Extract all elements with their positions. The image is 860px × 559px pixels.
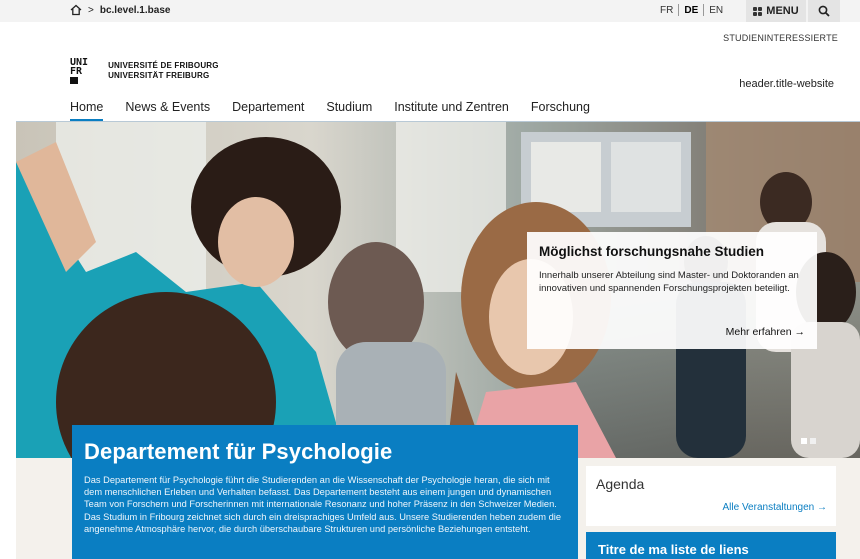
slider-dots [801,438,816,444]
university-logo[interactable]: UNI FR UNIVERSITÉ DE FRIBOURG UNIVERSITÄ… [70,58,219,84]
agenda-title: Agenda [596,476,645,492]
breadcrumb-separator: > [88,4,94,16]
all-events-link[interactable]: Alle Veranstaltungen → [722,502,827,513]
nav-item-departement[interactable]: Departement [232,100,304,121]
university-name-fr: UNIVERSITÉ DE FRIBOURG [108,61,219,70]
grid-icon [753,6,763,16]
nav-item-institute[interactable]: Institute und Zentren [394,100,509,121]
university-name-de: UNIVERSITÄT FREIBURG [108,71,210,80]
breadcrumb-current[interactable]: bc.level.1.base [100,5,171,16]
nav-item-forschung[interactable]: Forschung [531,100,590,121]
nav-item-home[interactable]: Home [70,100,104,121]
menu-label: MENU [766,5,799,17]
site-title[interactable]: header.title-website [739,78,834,90]
slider-dot-1[interactable] [801,438,807,444]
teaser-text: Innerhalb unserer Abteilung sind Master-… [539,270,799,294]
lang-de[interactable]: DE [679,5,703,16]
university-name: UNIVERSITÉ DE FRIBOURG UNIVERSITÄT FREIB… [108,61,219,81]
menu-button[interactable]: MENU [746,0,806,22]
audience-link[interactable]: STUDIENINTERESSIERTE [723,33,838,43]
teaser-title: Möglichst forschungsnahe Studien [539,244,765,259]
nav-item-studium[interactable]: Studium [326,100,372,121]
lang-fr[interactable]: FR [655,5,678,16]
hero-teaser: Möglichst forschungsnahe Studien Innerha… [527,232,817,349]
intro-box: Departement für Psychologie Das Departem… [72,425,578,559]
search-button[interactable] [808,0,840,22]
agenda-box: Agenda Alle Veranstaltungen → [586,466,836,526]
lang-en[interactable]: EN [704,5,728,16]
language-switcher: FR DE EN [655,4,728,16]
breadcrumb: > bc.level.1.base [70,4,170,16]
department-description: Das Departement für Psychologie führt di… [84,475,561,534]
utility-bar: > bc.level.1.base FR DE EN MENU [0,0,860,22]
search-icon [818,5,830,17]
link-list-title: Titre de ma liste de liens [598,542,749,557]
teaser-more-link[interactable]: Mehr erfahren → [726,326,805,338]
department-title: Departement für Psychologie [84,439,393,464]
logo-line-2: FR [70,66,83,77]
logo-square [70,77,78,84]
main-navigation: Home News & Events Departement Studium I… [70,100,612,121]
page: > bc.level.1.base FR DE EN MENU STUDIENI… [0,0,860,559]
link-list-box: Titre de ma liste de liens [586,532,836,559]
slider-dot-2[interactable] [810,438,816,444]
home-icon[interactable] [70,4,82,16]
nav-item-news-events[interactable]: News & Events [125,100,210,121]
unifr-logo-mark: UNI FR [70,58,88,84]
